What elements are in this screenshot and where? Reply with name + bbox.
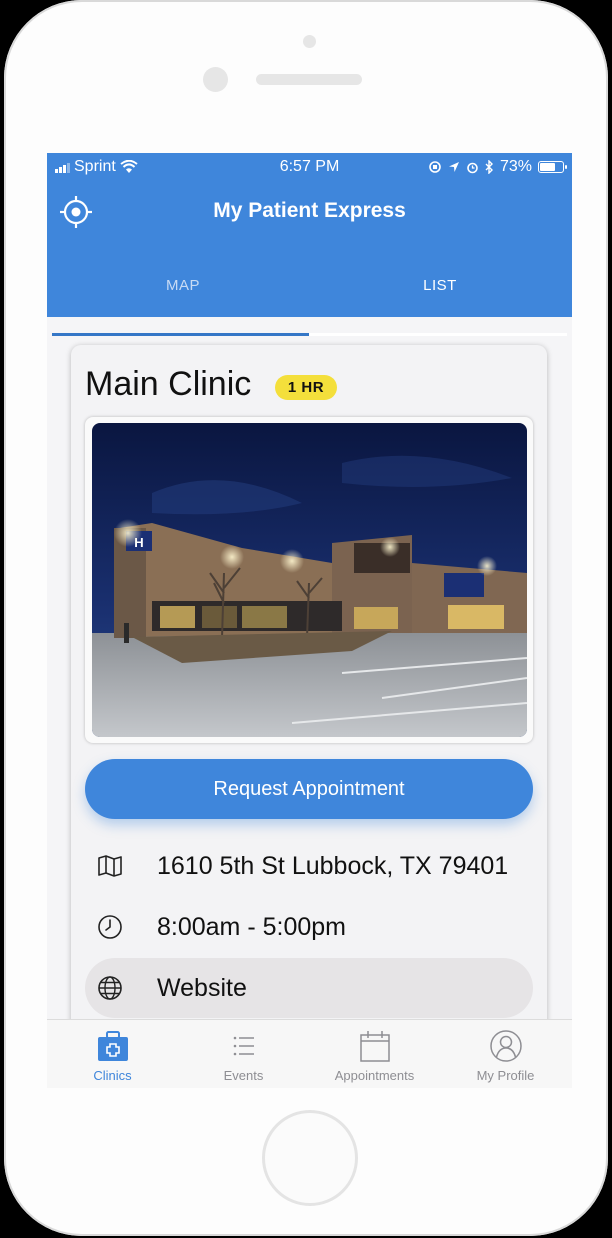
clinic-hours: 8:00am - 5:00pm — [157, 912, 346, 941]
bottom-tab-bar: Clinics Events Appointments My Profile — [47, 1019, 572, 1088]
globe-icon — [95, 973, 125, 1003]
medical-kit-icon — [98, 1031, 128, 1061]
clinic-name: Main Clinic — [85, 365, 252, 403]
phone-frame: Sprint 6:57 PM 73% My Patient Express MA… — [4, 0, 608, 1236]
clock-icon — [95, 912, 125, 942]
battery-percent: 73% — [499, 158, 532, 175]
battery-icon — [538, 161, 567, 173]
request-appointment-button[interactable]: Request Appointment — [85, 759, 533, 819]
wait-time-badge: 1 HR — [275, 375, 337, 400]
app-header: My Patient Express MAP LIST — [47, 183, 572, 336]
website-row[interactable]: Website — [85, 958, 533, 1018]
tab-list[interactable]: LIST — [309, 277, 571, 294]
earpiece-speaker — [256, 74, 362, 85]
front-camera — [303, 35, 316, 48]
clinic-photo: H — [92, 423, 527, 737]
hours-row: 8:00am - 5:00pm — [85, 897, 533, 957]
tab-label-my-profile: My Profile — [476, 1068, 535, 1083]
home-button[interactable] — [262, 1110, 358, 1206]
proximity-sensor — [203, 67, 228, 92]
bluetooth-icon — [485, 160, 493, 174]
tab-label-events: Events — [223, 1068, 264, 1083]
tab-appointments[interactable]: Appointments — [309, 1020, 440, 1088]
profile-icon — [490, 1030, 522, 1062]
app-screen: Sprint 6:57 PM 73% My Patient Express MA… — [47, 153, 572, 1088]
tab-track — [52, 333, 309, 336]
tab-my-profile[interactable]: My Profile — [440, 1020, 571, 1088]
tab-clinics[interactable]: Clinics — [47, 1020, 178, 1088]
clinic-address: 1610 5th St Lubbock, TX 79401 — [157, 851, 509, 880]
active-tab-indicator — [309, 333, 567, 336]
page-title: My Patient Express — [213, 199, 406, 222]
tab-map[interactable]: MAP — [52, 277, 314, 294]
alarm-icon — [467, 162, 478, 173]
address-row[interactable]: 1610 5th St Lubbock, TX 79401 — [85, 836, 533, 896]
tab-events[interactable]: Events — [178, 1020, 309, 1088]
view-tabs: MAP LIST — [47, 263, 572, 336]
map-icon — [95, 851, 125, 881]
clinic-building-image: H — [92, 423, 527, 737]
clinic-photo-frame: H — [85, 417, 533, 743]
list-icon — [233, 1036, 254, 1056]
tab-label-appointments: Appointments — [334, 1068, 415, 1083]
status-right: 73% — [428, 158, 567, 176]
clinic-card[interactable]: Main Clinic 1 HR H Request Appointment 1… — [71, 345, 547, 1065]
location-arrow-icon — [448, 162, 459, 172]
tab-label-clinics: Clinics — [93, 1068, 132, 1083]
status-bar: Sprint 6:57 PM 73% — [47, 153, 572, 183]
website-link: Website — [157, 973, 247, 1002]
orientation-lock-icon — [429, 161, 441, 173]
calendar-icon — [360, 1031, 390, 1062]
